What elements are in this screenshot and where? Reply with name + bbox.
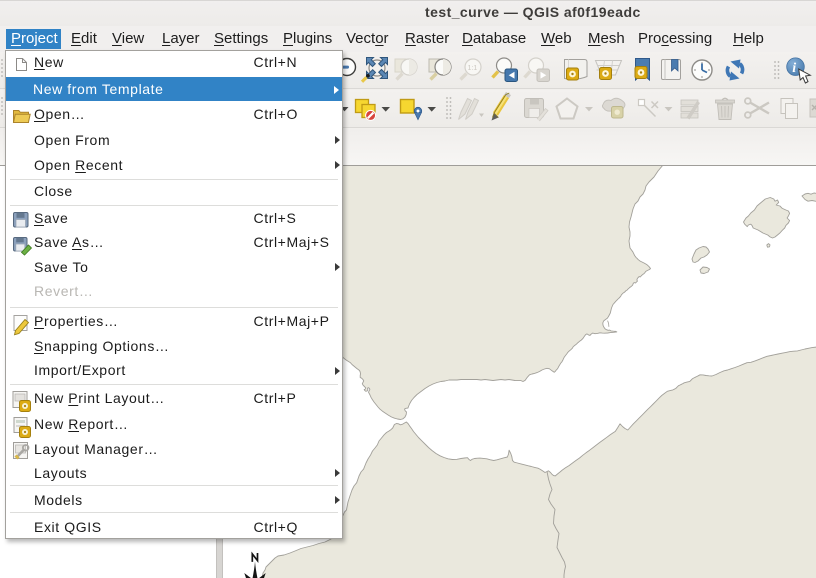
svg-text:i: i (792, 61, 796, 76)
svg-text:1:1: 1:1 (468, 65, 478, 72)
